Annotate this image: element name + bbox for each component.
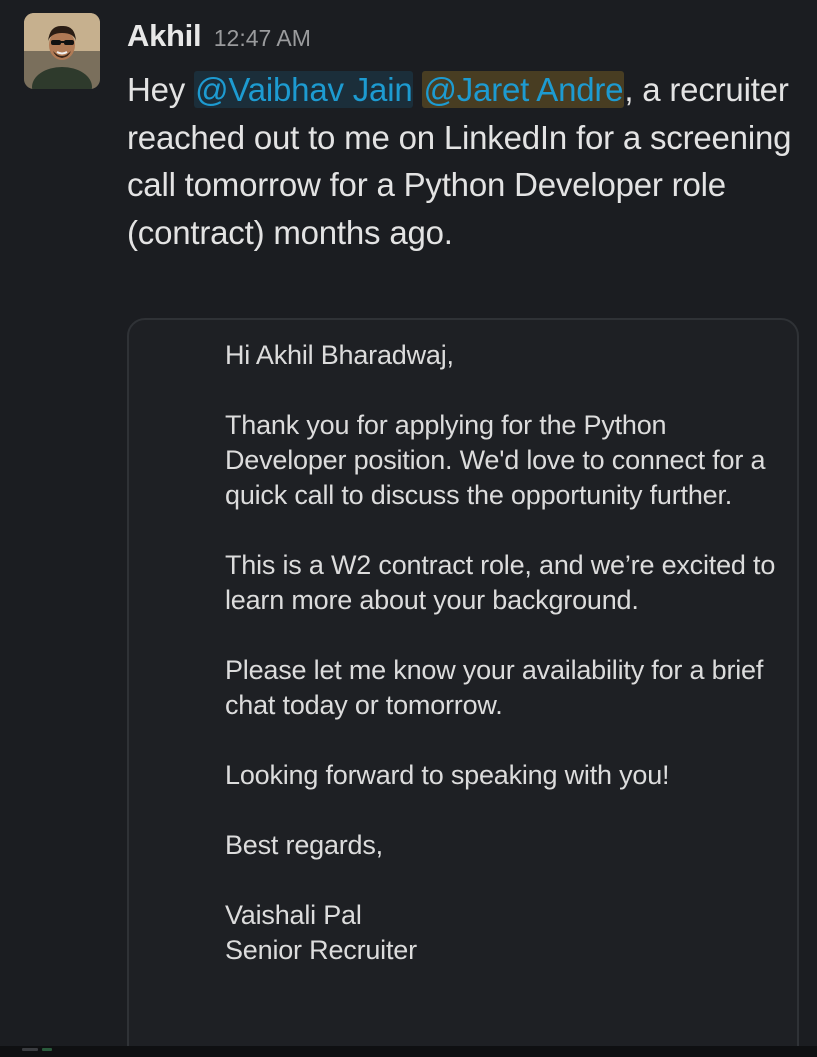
bottom-bar — [0, 1046, 817, 1057]
avatar[interactable] — [24, 13, 100, 89]
user-avatar-icon — [24, 13, 100, 89]
message: Akhil 12:47 AM Hey @Vaibhav Jain @Jaret … — [0, 0, 817, 1057]
mention-vaibhav-jain[interactable]: @Vaibhav Jain — [194, 71, 414, 108]
message-text-prefix: Hey — [127, 71, 195, 108]
message-body: Hey @Vaibhav Jain @Jaret Andre, a recrui… — [127, 66, 807, 256]
mention-jaret-andre[interactable]: @Jaret Andre — [422, 71, 625, 108]
letter-paragraph-1: Thank you for applying for the Python De… — [225, 410, 766, 510]
letter-paragraph-2: This is a W2 contract role, and we’re ex… — [225, 550, 776, 615]
letter-closing: Best regards, — [225, 830, 383, 860]
letter-greeting: Hi Akhil Bharadwaj, — [225, 340, 454, 370]
message-timestamp[interactable]: 12:47 AM — [214, 25, 311, 51]
letter-paragraph-4: Looking forward to speaking with you! — [225, 760, 670, 790]
letter-paragraph-3: Please let me know your availability for… — [225, 655, 764, 720]
attachment-card[interactable]: Hi Akhil Bharadwaj, Thank you for applyi… — [127, 318, 799, 1057]
message-header: Akhil 12:47 AM — [127, 18, 311, 62]
author-name[interactable]: Akhil — [127, 18, 202, 53]
signature-name: Vaishali Pal — [225, 900, 362, 930]
bottom-indicator-icon — [22, 1048, 52, 1051]
signature-title: Senior Recruiter — [225, 935, 417, 965]
recruiter-letter: Hi Akhil Bharadwaj, Thank you for applyi… — [225, 338, 785, 968]
